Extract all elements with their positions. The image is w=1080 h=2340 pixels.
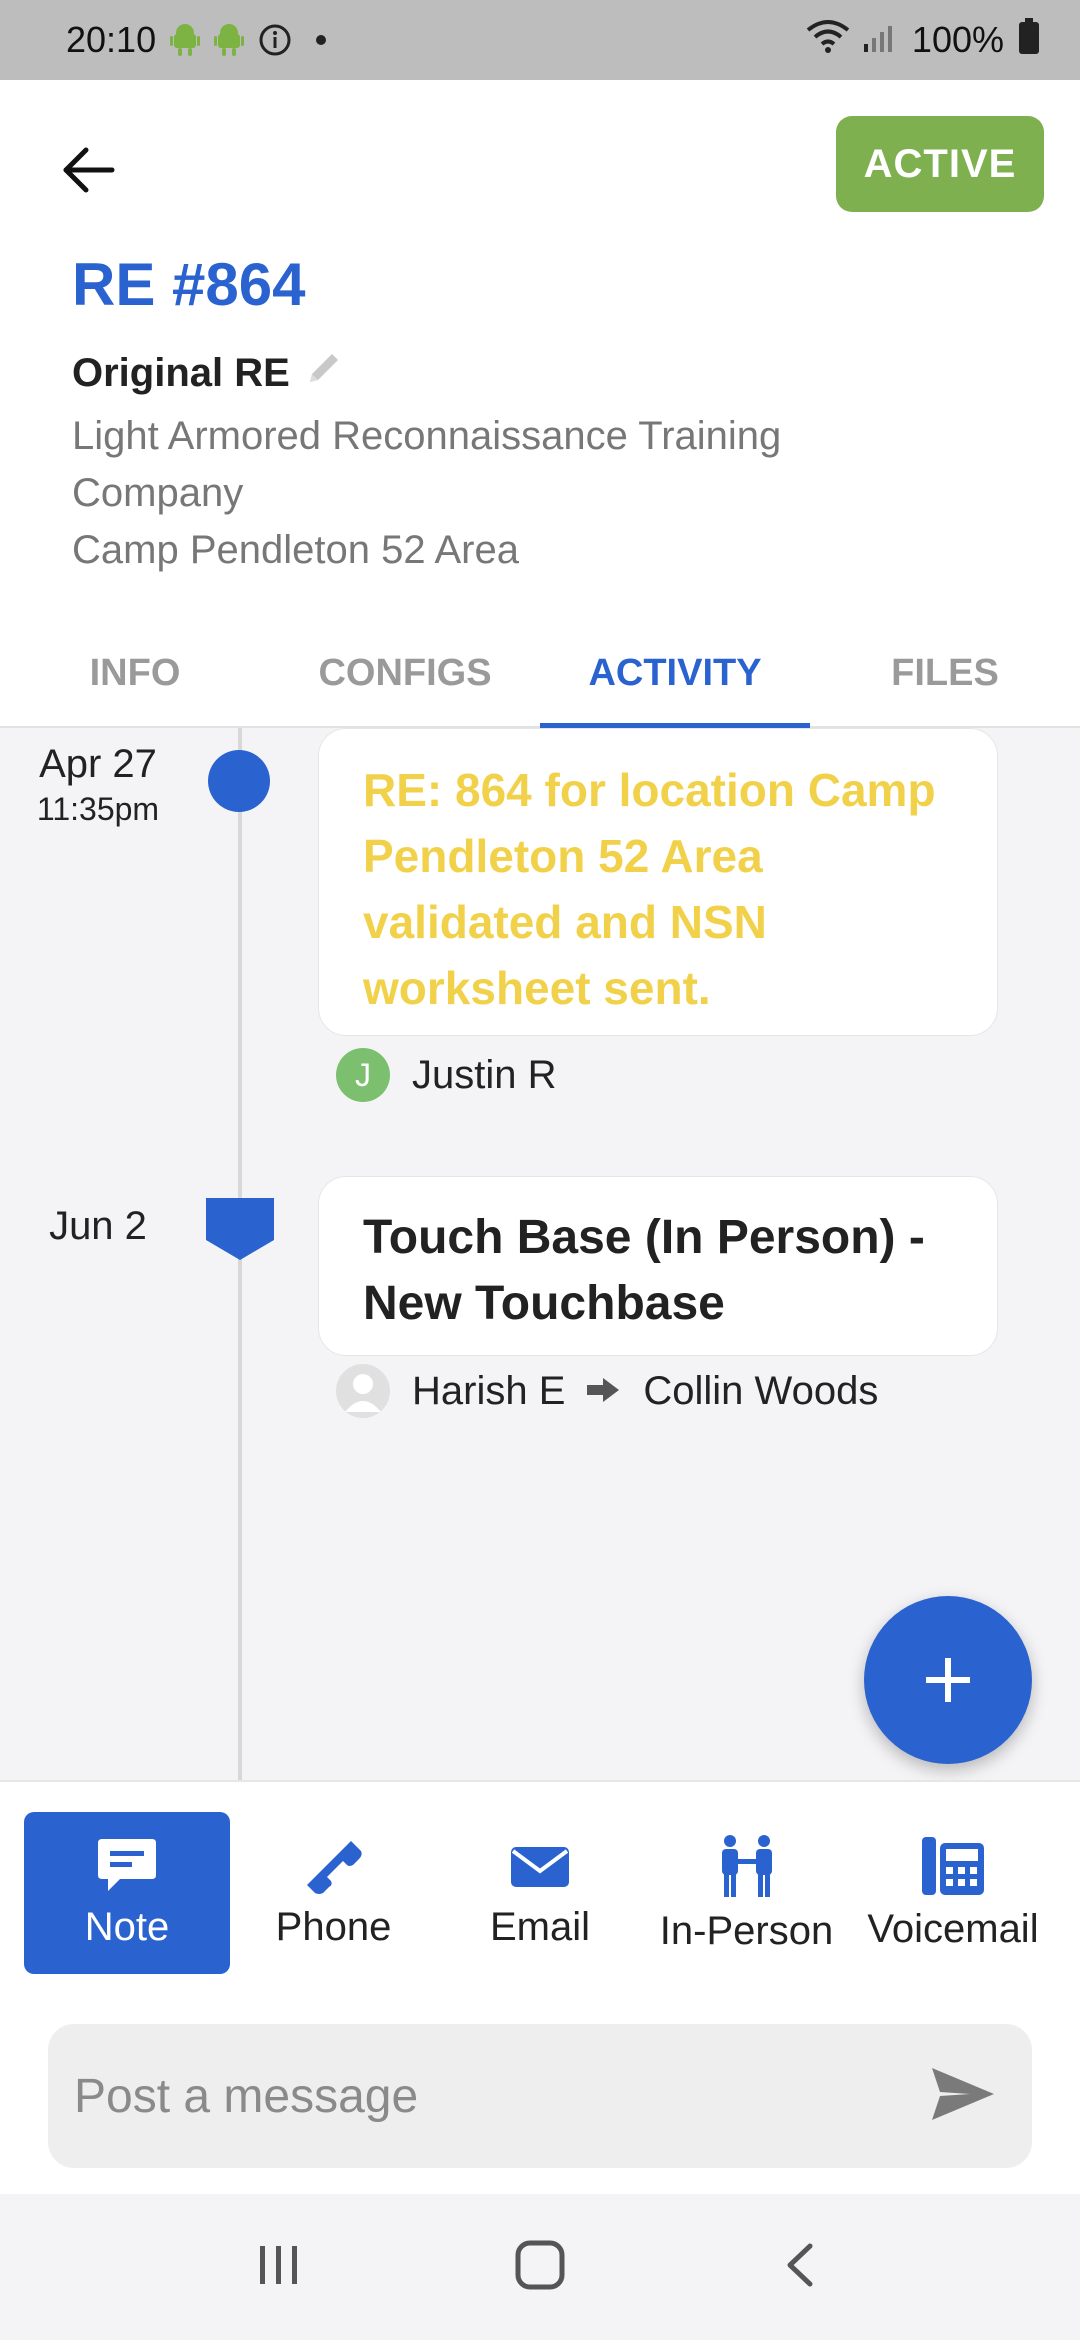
in-person-icon	[721, 1834, 772, 1897]
voicemail-icon	[922, 1836, 984, 1895]
activity-card[interactable]: RE: 864 for location Camp Pendleton 52 A…	[318, 728, 998, 1036]
re-subtitle-text: Original RE	[72, 350, 290, 395]
tab-activity[interactable]: ACTIVITY	[540, 620, 810, 728]
author-name: Harish E	[412, 1368, 566, 1413]
message-input[interactable]	[72, 2067, 892, 2125]
signal-icon	[863, 19, 898, 61]
status-badge: ACTIVE	[836, 116, 1044, 212]
phone-icon	[306, 1840, 362, 1894]
status-time: 20:10	[66, 19, 157, 60]
add-activity-button[interactable]	[864, 1596, 1032, 1764]
edit-pencil-icon[interactable]	[304, 348, 344, 398]
voicemail-label: Voicemail	[867, 1906, 1039, 1951]
activity-message: Touch Base (In Person) - New Touchbase	[363, 1211, 925, 1330]
tab-info[interactable]: INFO	[0, 620, 270, 726]
battery-icon	[1018, 17, 1040, 63]
re-description: Light Armored Reconnaissance Training Co…	[72, 408, 972, 579]
tab-configs[interactable]: CONFIGS	[270, 620, 540, 726]
location-text: Camp Pendleton 52 Area	[72, 528, 519, 572]
description-line-1: Light Armored Reconnaissance Training	[72, 414, 782, 458]
battery-level: 100%	[911, 19, 1004, 60]
home-button[interactable]	[512, 2237, 568, 2298]
avatar-placeholder-icon	[336, 1364, 390, 1418]
in-person-label: In-Person	[659, 1908, 834, 1953]
activity-message: RE: 864 for location Camp Pendleton 52 A…	[363, 764, 936, 1014]
note-button[interactable]: Note	[24, 1812, 230, 1974]
activity-composer: Note Phone Email In-Person Voicemail	[0, 1780, 1080, 2194]
send-icon	[932, 2067, 994, 2120]
tab-files[interactable]: FILES	[810, 620, 1080, 726]
author-name: Justin R	[412, 1052, 557, 1097]
home-icon	[515, 2240, 565, 2289]
phone-button[interactable]: Phone	[231, 1812, 437, 1974]
entry-date-time: 11:35pm	[36, 791, 160, 827]
info-icon	[258, 23, 292, 57]
avatar: J	[336, 1048, 390, 1102]
status-left: 20:10	[66, 19, 327, 61]
notification-dot-icon	[316, 35, 327, 45]
entry-date: Jun 2	[24, 1204, 172, 1249]
record-header: ACTIVE RE #864 Original RE Light Armored…	[0, 80, 1080, 728]
wifi-icon	[806, 18, 850, 63]
email-button[interactable]: Email	[437, 1812, 643, 1974]
phone-label: Phone	[275, 1904, 392, 1949]
note-label: Note	[84, 1904, 170, 1949]
email-icon	[511, 1846, 569, 1887]
entry-author: J Justin R	[336, 1048, 557, 1102]
activity-card[interactable]: Touch Base (In Person) - New Touchbase	[318, 1176, 998, 1356]
entry-date: Apr 27 11:35pm	[24, 742, 172, 828]
android-icon	[214, 24, 245, 56]
re-subtitle: Original RE	[72, 348, 344, 398]
nav-back-icon	[787, 2243, 813, 2286]
recent-apps-button[interactable]	[254, 2240, 304, 2295]
description-line-2: Company	[72, 471, 244, 515]
arrow-right-icon	[587, 1369, 621, 1414]
tab-bar: INFO CONFIGS ACTIVITY FILES	[0, 620, 1080, 728]
note-icon	[98, 1838, 156, 1891]
entry-date-day: Jun 2	[49, 1204, 147, 1248]
nav-back-button[interactable]	[776, 2240, 826, 2295]
entry-date-day: Apr 27	[39, 742, 157, 786]
back-arrow-icon	[63, 147, 115, 193]
touchbase-flag-icon	[206, 1198, 274, 1267]
plus-icon	[926, 1658, 970, 1702]
in-person-button[interactable]: In-Person	[644, 1812, 850, 1974]
page-title: RE #864	[72, 251, 306, 318]
recent-apps-icon	[260, 2245, 297, 2284]
system-nav-bar	[0, 2194, 1080, 2340]
voicemail-button[interactable]: Voicemail	[850, 1812, 1056, 1974]
entry-author: Harish E Collin Woods	[336, 1364, 878, 1418]
message-box	[48, 2024, 1032, 2168]
status-bar: 20:10 100%	[0, 0, 1080, 80]
timeline-dot-icon	[208, 750, 270, 812]
email-label: Email	[489, 1904, 591, 1949]
status-right: 100%	[806, 17, 1040, 63]
send-button[interactable]	[930, 2066, 996, 2127]
activity-type-selector: Note Phone Email In-Person Voicemail	[24, 1812, 1056, 1974]
back-button[interactable]	[48, 130, 128, 210]
android-icon	[170, 24, 201, 56]
recipient-name: Collin Woods	[643, 1368, 879, 1413]
